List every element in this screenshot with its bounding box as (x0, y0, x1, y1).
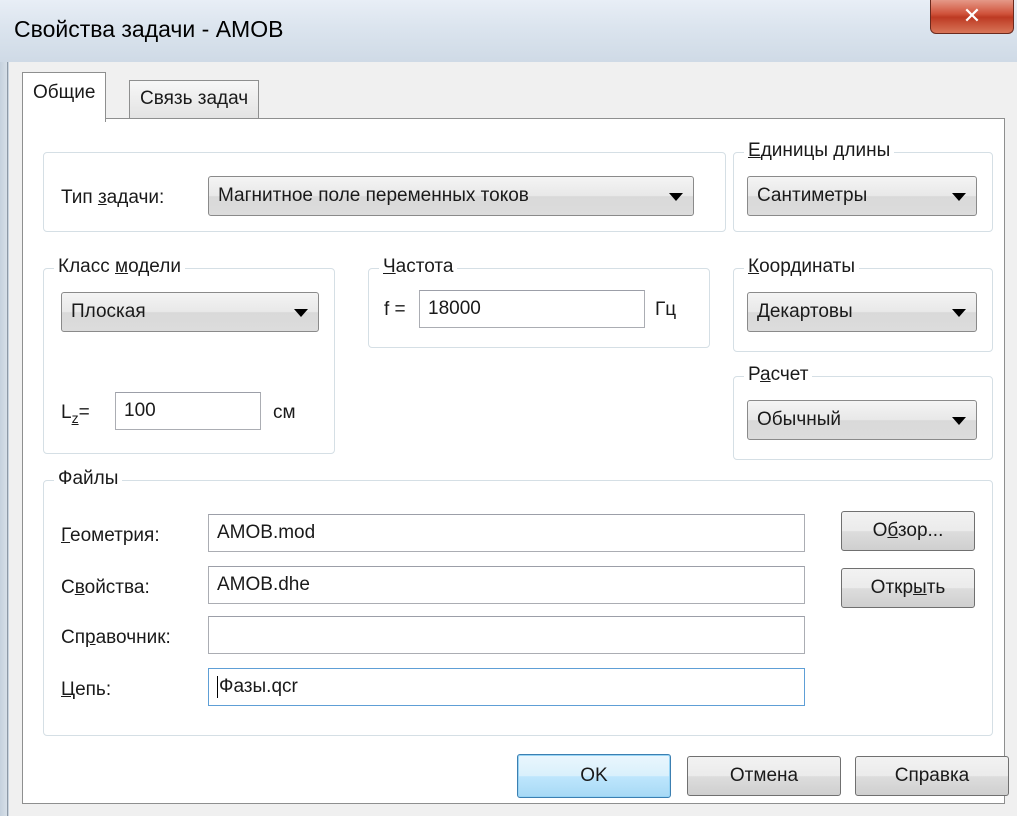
reference-input[interactable] (208, 616, 805, 654)
frequency-value: 18000 (428, 298, 481, 319)
ok-button-label: OK (580, 765, 608, 786)
title-bar: Свойства задачи - AMOB ✕ (0, 0, 1017, 62)
browse-button-label: Обзор... (872, 520, 944, 541)
coordinates-select[interactable]: Декартовы (747, 292, 977, 332)
properties-label: Свойства: (61, 577, 150, 598)
tab-general-label: Общие (33, 82, 96, 103)
length-units-value: Сантиметры (757, 185, 868, 206)
cancel-button-label: Отмена (729, 765, 799, 786)
chevron-down-icon (294, 309, 308, 317)
ok-button[interactable]: OK (517, 754, 671, 798)
reference-label: Справочник: (61, 627, 171, 648)
tab-task-links[interactable]: Связь задач (129, 80, 260, 118)
task-type-value: Магнитное поле переменных токов (218, 185, 529, 206)
chevron-down-icon (952, 193, 966, 201)
model-class-legend: Класс модели (54, 256, 185, 278)
properties-input[interactable]: AMOB.dhe (208, 566, 805, 604)
help-button-label: Справка (894, 765, 970, 786)
lz-input[interactable]: 100 (115, 392, 261, 430)
open-button-label: Открыть (870, 577, 946, 598)
length-units-legend: Единицы длины (744, 140, 895, 162)
circuit-value: Фазы.qcr (219, 676, 298, 697)
chevron-down-icon (952, 417, 966, 425)
model-class-value: Плоская (71, 301, 146, 322)
coordinates-legend: Координаты (744, 256, 860, 278)
length-units-select[interactable]: Сантиметры (747, 176, 977, 216)
properties-value: AMOB.dhe (217, 574, 310, 595)
browse-button[interactable]: Обзор... (841, 511, 975, 551)
calculation-legend: Расчет (744, 364, 813, 386)
text-caret (217, 675, 218, 698)
geometry-label: Геометрия: (61, 525, 160, 546)
coordinates-value: Декартовы (757, 301, 853, 322)
calculation-value: Обычный (757, 409, 841, 430)
frequency-input[interactable]: 18000 (419, 290, 645, 328)
circuit-input[interactable]: Фазы.qcr (208, 668, 805, 706)
frequency-f-label: f = (384, 299, 406, 320)
window-title: Свойства задачи - AMOB (14, 16, 284, 42)
lz-value: 100 (124, 400, 156, 421)
close-icon: ✕ (962, 2, 982, 28)
open-button[interactable]: Открыть (841, 568, 975, 608)
window-frame-left (0, 62, 8, 816)
model-class-select[interactable]: Плоская (61, 292, 319, 332)
chevron-down-icon (669, 193, 683, 201)
chevron-down-icon (952, 309, 966, 317)
lz-label: Lz= (61, 402, 90, 426)
close-button[interactable]: ✕ (930, 0, 1014, 34)
geometry-value: AMOB.mod (217, 522, 316, 543)
lz-unit: см (273, 402, 296, 423)
frequency-unit: Гц (655, 299, 677, 320)
dialog-client-area: Общие Связь задач Тип задачи: Магнитное … (9, 62, 1017, 816)
geometry-input[interactable]: AMOB.mod (208, 514, 805, 552)
files-legend: Файлы (54, 468, 123, 490)
circuit-label: Цепь: (61, 679, 112, 700)
task-type-label: Тип задачи: (61, 187, 165, 208)
cancel-button[interactable]: Отмена (687, 756, 841, 796)
frequency-legend: Частота (379, 256, 458, 278)
calculation-select[interactable]: Обычный (747, 400, 977, 440)
tab-general[interactable]: Общие (22, 72, 107, 122)
task-type-select[interactable]: Магнитное поле переменных токов (208, 176, 694, 216)
tab-task-links-label: Связь задач (140, 88, 249, 109)
help-button[interactable]: Справка (855, 756, 1009, 796)
